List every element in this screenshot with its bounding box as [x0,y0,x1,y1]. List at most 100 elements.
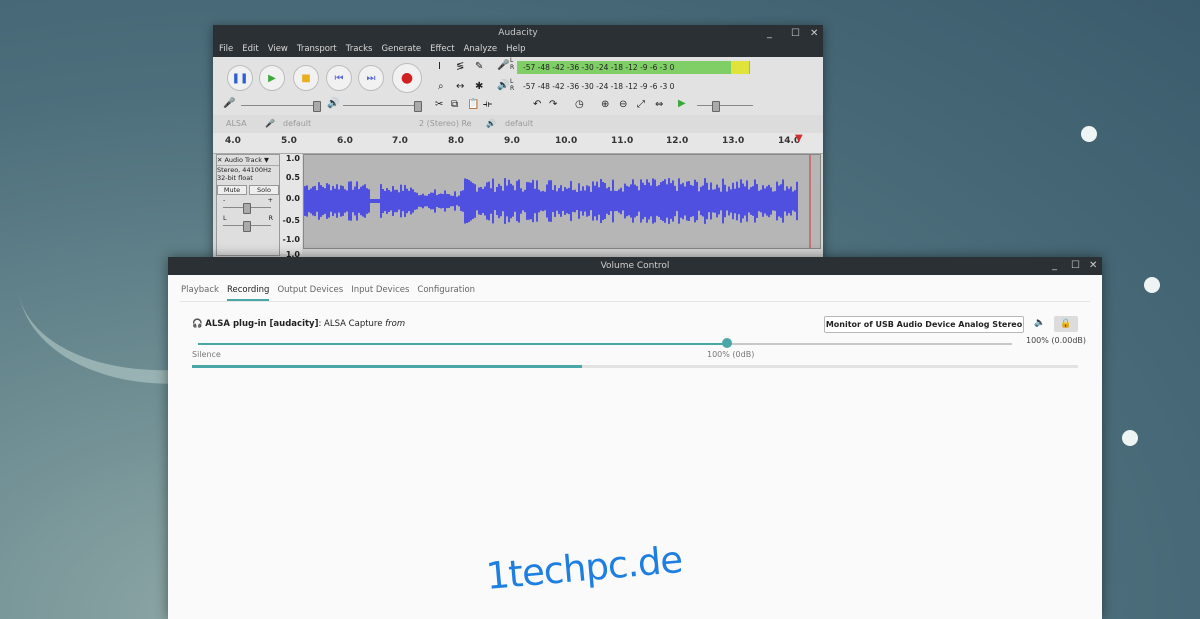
gain-knob[interactable] [243,203,251,214]
waveform [304,155,811,248]
device-toolbar: ALSA 🎤 default 2 (Stereo) Re 🔊 default [213,115,823,133]
record-meter-lr: L R [510,57,515,71]
tab-configuration[interactable]: Configuration [417,285,475,301]
fit-project-icon[interactable]: ⇔ [655,99,663,110]
tab-input-devices[interactable]: Input Devices [351,285,409,301]
zoom-out-icon[interactable]: ⊖ [619,99,627,110]
paste-icon[interactable]: 📋 [467,99,479,110]
zoom-tool-icon[interactable]: ⌕ [438,81,444,92]
ruler-tick: 8.0 [448,136,464,146]
play-meter-scale[interactable]: -57 -48 -42 -36 -30 -24 -18 -12 -9 -6 -3… [523,80,674,93]
play-meter-lr: L R [510,78,515,92]
envelope-tool-icon[interactable]: ≶ [456,61,464,72]
close-button[interactable]: ✕ [810,25,818,42]
waveform-area[interactable] [303,154,821,249]
stream-description: : ALSA Capture [318,319,386,329]
scale-tick: -0.5 [282,216,301,225]
recording-device-select[interactable]: default [283,115,311,133]
stop-button[interactable]: ■ [293,65,319,91]
timeline-ruler[interactable]: 4.0 5.0 6.0 7.0 8.0 9.0 10.0 11.0 12.0 1… [213,133,823,154]
pan-left-label: L [223,214,227,222]
ruler-tick: 11.0 [611,136,634,146]
skip-end-button[interactable]: ⏭ [358,65,384,91]
window-title: Audacity [498,28,538,38]
selection-tool-icon[interactable]: I [438,61,441,72]
solo-button[interactable]: Solo [249,185,279,195]
recording-volume-slider[interactable] [241,105,321,106]
play-button[interactable]: ▶ [259,65,285,91]
play-speed-knob[interactable] [712,101,720,112]
recording-channels-select[interactable]: 2 (Stereo) Re [419,115,472,133]
cut-icon[interactable]: ✂ [435,99,443,110]
ruler-tick: 6.0 [337,136,353,146]
pan-knob[interactable] [243,221,251,232]
stream-label: 🎧 ALSA plug-in [audacity]: ALSA Capture … [192,319,405,329]
multi-tool-icon[interactable]: ✱ [475,81,483,92]
menu-effect[interactable]: Effect [430,42,454,57]
tab-playback[interactable]: Playback [181,285,219,301]
source-device-button[interactable]: Monitor of USB Audio Device Analog Stere… [824,316,1024,333]
trim-icon[interactable]: ⟛ [483,99,492,110]
audio-host-select[interactable]: ALSA [226,115,247,133]
gain-slider[interactable]: - + [217,196,279,214]
play-at-speed-icon[interactable]: ▶ [678,98,686,109]
copy-icon[interactable]: ⧉ [451,99,458,110]
undo-icon[interactable]: ↶ [533,99,541,110]
menu-analyze[interactable]: Analyze [464,42,498,57]
fit-selection-icon[interactable]: ⤢ [637,99,645,110]
pause-button[interactable]: ❚❚ [227,65,253,91]
play-icon: ▶ [268,72,276,84]
pan-slider[interactable]: L R [217,214,279,232]
hundred-percent-label: 100% (0dB) [707,350,755,359]
menu-tracks[interactable]: Tracks [346,42,373,57]
volume-slider-knob[interactable] [722,338,733,348]
volume-slider[interactable] [198,338,1012,348]
timeshift-tool-icon[interactable]: ↔ [456,81,464,92]
volume-titlebar[interactable]: Volume Control _ ☐ ✕ [168,257,1102,275]
menu-file[interactable]: File [219,42,233,57]
record-meter-icon[interactable]: 🎤 [497,60,509,71]
track-bit-depth: 32-bit float [217,174,253,182]
zoom-in-icon[interactable]: ⊕ [601,99,609,110]
vertical-scale[interactable]: 1.0 0.5 0.0 -0.5 -1.0 1.0 [280,154,302,259]
mute-button[interactable]: Mute [217,185,247,195]
menu-generate[interactable]: Generate [381,42,421,57]
stream-from: from [385,319,406,329]
menu-help[interactable]: Help [506,42,525,57]
scale-tick: 1.0 [285,154,300,163]
track-menu-chevron-icon[interactable]: ▼ [264,155,269,165]
record-meter-scale[interactable]: -57 -48 -42 -36 -30 -24 -18 -12 -9 -6 -3… [523,61,674,74]
tab-recording[interactable]: Recording [226,285,270,301]
playhead-icon[interactable]: ▼ [795,133,803,144]
skip-start-icon: ⏮ [334,72,344,84]
menu-transport[interactable]: Transport [297,42,337,57]
tab-output-devices[interactable]: Output Devices [277,285,343,301]
redo-icon[interactable]: ↷ [549,99,557,110]
scale-tick: 0.5 [285,173,300,182]
audacity-titlebar[interactable]: Audacity _ ☐ ✕ [213,25,823,42]
playback-device-select[interactable]: default [505,115,533,133]
minimize-button[interactable]: _ [1052,257,1057,275]
skip-start-button[interactable]: ⏮ [326,65,352,91]
mute-speaker-icon[interactable]: 🔈 [1034,318,1045,328]
stream-app-name: ALSA plug-in [audacity] [205,319,319,329]
track-name-menu[interactable]: Audio Track [224,155,262,165]
track-close-icon[interactable]: ✕ [217,155,222,165]
record-button[interactable]: ● [392,63,422,93]
close-button[interactable]: ✕ [1089,257,1097,275]
maximize-button[interactable]: ☐ [1071,257,1080,275]
play-meter-icon[interactable]: 🔊 [497,80,509,91]
playback-volume-slider[interactable] [343,105,421,106]
recording-volume-knob[interactable] [313,101,321,112]
draw-tool-icon[interactable]: ✎ [475,61,483,72]
lock-icon: 🔒 [1060,319,1072,329]
silence-label: Silence [192,350,221,359]
menu-edit[interactable]: Edit [242,42,258,57]
playback-volume-knob[interactable] [414,101,422,112]
sync-lock-icon[interactable]: ◷ [575,99,584,110]
maximize-button[interactable]: ☐ [791,25,800,42]
play-speed-slider[interactable] [697,105,753,106]
minimize-button[interactable]: _ [767,25,772,42]
lock-channels-button[interactable]: 🔒 [1054,316,1078,332]
menu-view[interactable]: View [268,42,288,57]
